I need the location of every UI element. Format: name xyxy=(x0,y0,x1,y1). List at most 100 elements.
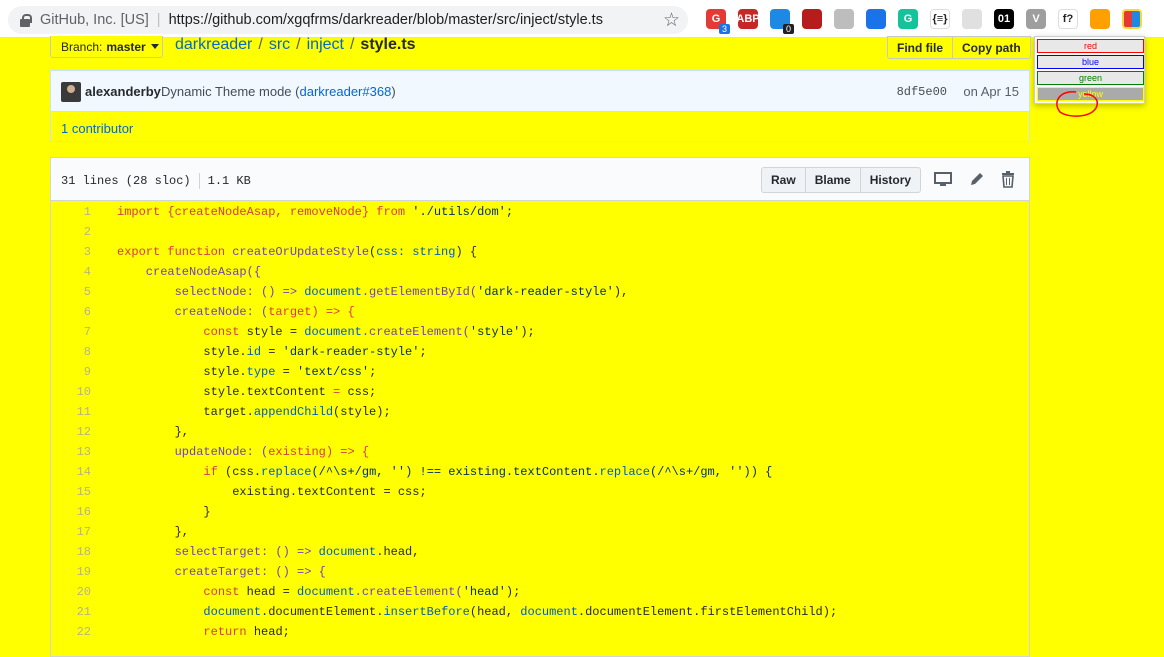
line-number[interactable]: 2 xyxy=(51,222,91,242)
binary-extension-icon[interactable]: 01 xyxy=(994,9,1014,29)
branch-name: master xyxy=(106,39,146,54)
line-number[interactable]: 16 xyxy=(51,502,91,522)
color-switcher-popup: red blue green yellow xyxy=(1034,36,1145,104)
grammar-extension-icon[interactable]: G3 xyxy=(706,9,730,34)
crumb-src[interactable]: src xyxy=(269,36,290,53)
line-number[interactable]: 8 xyxy=(51,342,91,362)
code-line: 1 import {createNodeAsap, removeNode} fro… xyxy=(51,202,1029,222)
red-theme-button[interactable]: red xyxy=(1037,39,1144,53)
line-number[interactable]: 19 xyxy=(51,562,91,582)
line-number[interactable]: 3 xyxy=(51,242,91,262)
yellow-theme-button[interactable]: yellow xyxy=(1037,87,1144,101)
line-number[interactable]: 7 xyxy=(51,322,91,342)
raw-button[interactable]: Raw xyxy=(761,167,806,193)
code-line: 21 document.documentElement.insertBefore… xyxy=(51,602,1029,622)
line-number[interactable]: 13 xyxy=(51,442,91,462)
function-extension-icon[interactable]: f? xyxy=(1058,9,1078,29)
line-number[interactable]: 21 xyxy=(51,602,91,622)
code-line: 3 export function createOrUpdateStyle(css… xyxy=(51,242,1029,262)
code-line: 4 createNodeAsap({ xyxy=(51,262,1029,282)
stopwatch-extension-icon[interactable] xyxy=(834,9,854,29)
color-switcher-extension-icon[interactable] xyxy=(1122,9,1142,29)
code-line: 19 createTarget: () => { xyxy=(51,562,1029,582)
code-line: 15 existing.textContent = css; xyxy=(51,482,1029,502)
crumb-file: style.ts xyxy=(360,36,416,53)
commit-message-text[interactable]: Dynamic Theme mode xyxy=(161,84,292,99)
code-line: 2 xyxy=(51,222,1029,242)
settings-extension-icon[interactable] xyxy=(962,9,982,29)
url-text[interactable]: https://github.com/xgqfrms/darkreader/bl… xyxy=(169,12,603,28)
contributors-link[interactable]: 1 contributor xyxy=(61,121,133,136)
blue-theme-button[interactable]: blue xyxy=(1037,55,1144,69)
copy-path-button[interactable]: Copy path xyxy=(953,36,1031,59)
code-line: 10 style.textContent = css; xyxy=(51,382,1029,402)
find-file-button[interactable]: Find file xyxy=(887,36,953,59)
line-number[interactable]: 6 xyxy=(51,302,91,322)
line-number[interactable]: 11 xyxy=(51,402,91,422)
crumb-repo[interactable]: darkreader xyxy=(175,36,252,53)
adblock-plus-icon[interactable]: ABP xyxy=(736,9,760,29)
file-size: 1.1 KB xyxy=(207,174,251,189)
file-lines-info: 31 lines (28 sloc) xyxy=(61,174,191,189)
crumb-inject[interactable]: inject xyxy=(307,36,344,53)
line-number[interactable]: 17 xyxy=(51,522,91,542)
lock-icon xyxy=(18,13,32,27)
line-number[interactable]: 9 xyxy=(51,362,91,382)
commit-ref-close: ) xyxy=(391,84,396,99)
json-extension-icon[interactable]: {≡} xyxy=(930,9,950,29)
line-number[interactable]: 10 xyxy=(51,382,91,402)
code-line: 8 style.id = 'dark-reader-style'; xyxy=(51,342,1029,362)
code-line: 6 createNode: (target) => { xyxy=(51,302,1029,322)
code-line: 18 selectTarget: () => document.head, xyxy=(51,542,1029,562)
address-separator: | xyxy=(156,12,161,28)
tracker-extension-icon[interactable]: 0 xyxy=(770,9,794,34)
translate-extension-icon[interactable] xyxy=(866,9,886,29)
commit-issue-link[interactable]: darkreader#368 xyxy=(300,84,392,99)
latest-commit: alexanderby Dynamic Theme mode (darkread… xyxy=(51,71,1029,112)
trash-icon[interactable] xyxy=(998,169,1018,189)
line-number[interactable]: 5 xyxy=(51,282,91,302)
file-nav-buttons: Find file Copy path xyxy=(887,36,1031,59)
avatar[interactable] xyxy=(61,82,81,102)
breadcrumb: darkreader / src / inject / style.ts xyxy=(175,36,416,53)
commit-message: Dynamic Theme mode (darkreader#368) xyxy=(161,84,396,99)
line-number[interactable]: 20 xyxy=(51,582,91,602)
browser-toolbar: GitHub, Inc. [US] | https://github.com/x… xyxy=(0,0,1164,38)
owl-extension-icon[interactable] xyxy=(1090,9,1110,29)
code-line: 17 }, xyxy=(51,522,1029,542)
green-theme-button[interactable]: green xyxy=(1037,71,1144,85)
code-line: 13 updateNode: (existing) => { xyxy=(51,442,1029,462)
vue-devtools-icon[interactable]: V xyxy=(1026,9,1046,29)
ruby-extension-icon[interactable] xyxy=(802,9,822,29)
line-number[interactable]: 18 xyxy=(51,542,91,562)
commit-author[interactable]: alexanderby xyxy=(85,84,161,99)
pencil-icon[interactable] xyxy=(967,169,987,189)
line-number[interactable]: 12 xyxy=(51,422,91,442)
caret-down-icon xyxy=(150,44,159,49)
desktop-icon[interactable] xyxy=(933,169,953,189)
code-line: 7 const style = document.createElement('… xyxy=(51,322,1029,342)
line-number[interactable]: 22 xyxy=(51,622,91,642)
file-viewer: 31 lines (28 sloc) 1.1 KB Raw Blame Histo… xyxy=(50,157,1030,657)
file-header: 31 lines (28 sloc) 1.1 KB Raw Blame Histo… xyxy=(51,158,1029,201)
code-line: 22 return head; xyxy=(51,622,1029,642)
file-info: 31 lines (28 sloc) 1.1 KB xyxy=(61,173,251,189)
code-line: 20 const head = document.createElement('… xyxy=(51,582,1029,602)
commit-sha[interactable]: 8df5e00 xyxy=(897,85,947,99)
commit-date: on Apr 15 xyxy=(963,84,1019,99)
blame-button[interactable]: Blame xyxy=(805,167,861,193)
line-number[interactable]: 15 xyxy=(51,482,91,502)
history-button[interactable]: History xyxy=(860,167,922,193)
branch-selector[interactable]: Branch: master xyxy=(50,36,163,58)
line-number[interactable]: 4 xyxy=(51,262,91,282)
line-number[interactable]: 1 xyxy=(51,202,91,222)
address-bar[interactable]: GitHub, Inc. [US] | https://github.com/x… xyxy=(8,6,688,34)
grammarly-icon[interactable]: G xyxy=(898,9,918,29)
line-number[interactable]: 14 xyxy=(51,462,91,482)
commit-tease: alexanderby Dynamic Theme mode (darkread… xyxy=(50,70,1030,142)
site-identity[interactable]: GitHub, Inc. [US] xyxy=(40,12,149,28)
code-line: 5 selectNode: () => document.getElementB… xyxy=(51,282,1029,302)
bookmark-star-icon[interactable]: ☆ xyxy=(663,9,680,32)
code-line: 9 style.type = 'text/css'; xyxy=(51,362,1029,382)
code-line: 14 if (css.replace(/^\s+/gm, '') !== exi… xyxy=(51,462,1029,482)
